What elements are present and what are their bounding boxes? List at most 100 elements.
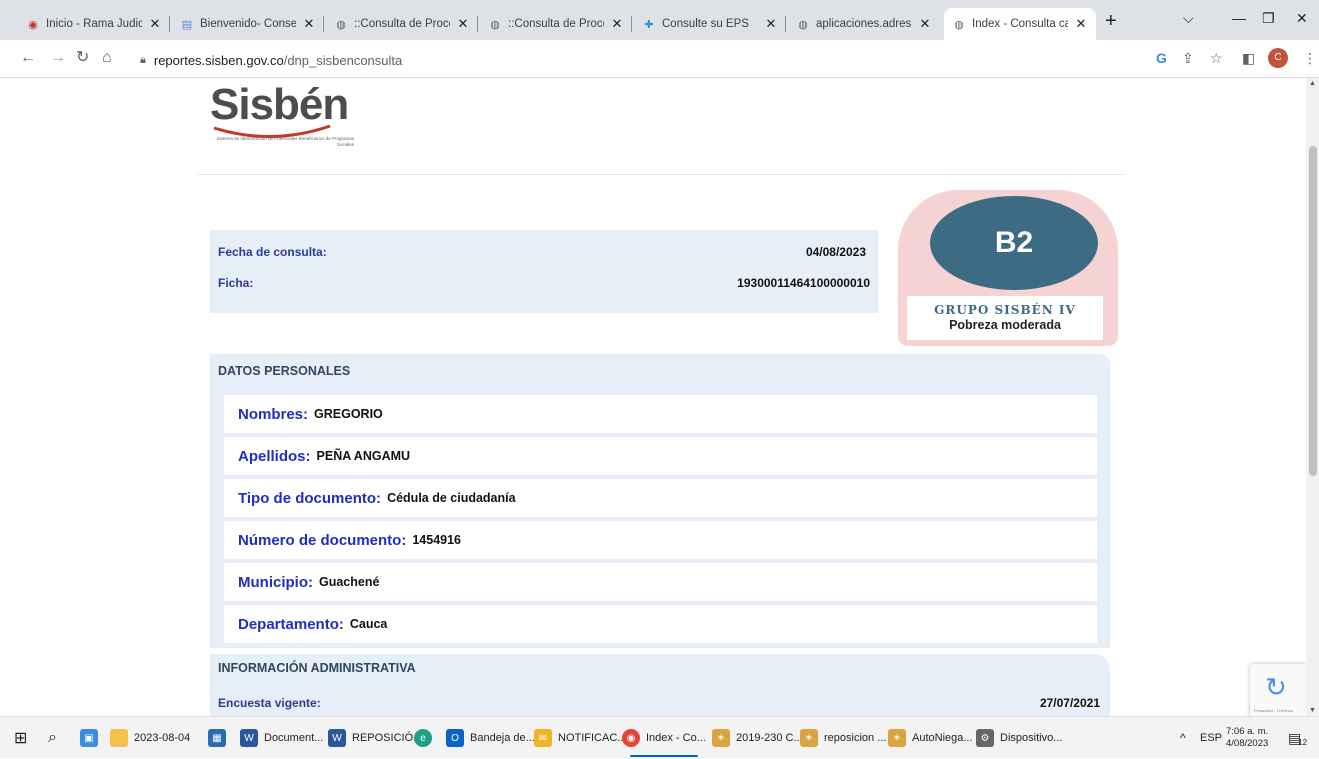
language-indicator[interactable]: ESP xyxy=(1200,717,1222,759)
datos-personales-section: DATOS PERSONALES Nombres: GREGORIO Apell… xyxy=(210,354,1110,648)
field-label: Tipo de documento: xyxy=(238,489,382,507)
globe-icon: ◍ xyxy=(336,18,346,31)
scrollbar-thumb[interactable] xyxy=(1309,146,1317,476)
ficha-label: Ficha: xyxy=(218,276,254,290)
taskbar-item-reposicion[interactable]: ✶ reposicion ... xyxy=(800,717,886,759)
close-icon[interactable]: ✕ xyxy=(918,16,932,32)
share-icon[interactable]: ⇪ xyxy=(1182,50,1194,66)
tab-label: Index - Consulta cate xyxy=(972,18,1068,30)
field-row-tipo-documento: Tipo de documento: Cédula de ciudadanía xyxy=(224,479,1097,517)
new-tab-button[interactable]: + xyxy=(1105,11,1117,31)
field-row-nombres: Nombres: GREGORIO xyxy=(224,395,1097,433)
logo-tagline: Sistema de Identificación de Potenciales… xyxy=(216,136,354,147)
tab-search-icon[interactable]: ⌵ xyxy=(1183,10,1194,27)
field-row-numero-documento: Número de documento: 1454916 xyxy=(224,521,1097,559)
folder-icon xyxy=(110,729,128,747)
profile-avatar[interactable]: C xyxy=(1268,48,1288,68)
taskbar-item-autoniega[interactable]: ✶ AutoNiega... xyxy=(888,717,973,759)
globe-icon: ◍ xyxy=(798,18,808,31)
home-button[interactable]: ⌂ xyxy=(102,50,112,66)
taskbar-item-dispositivo[interactable]: ⚙ Dispositivo... xyxy=(976,717,1062,759)
close-icon[interactable]: ✕ xyxy=(456,16,470,32)
consulta-info: Fecha de consulta: 04/08/2023 Ficha: 193… xyxy=(210,230,878,313)
grupo-card: GRUPO SISBÉN IV Pobreza moderada xyxy=(907,296,1103,340)
tab-rama-judicial[interactable]: ◉ Inicio - Rama Judicial ✕ xyxy=(18,8,170,40)
scroll-up-icon[interactable]: ▲ xyxy=(1309,80,1316,87)
bookmark-star-icon[interactable]: ☆ xyxy=(1210,50,1223,66)
close-icon[interactable]: ✕ xyxy=(1074,16,1088,32)
clock-time: 7:06 a. m. xyxy=(1226,726,1269,737)
office-app-icon[interactable]: ▣ xyxy=(80,717,104,759)
minimize-button[interactable]: — xyxy=(1232,10,1246,26)
encuesta-value: 27/07/2021 xyxy=(1039,696,1100,710)
tab-label: Consulte su EPS xyxy=(662,18,749,30)
plus-cross-icon: ✚ xyxy=(644,18,654,31)
notification-count: 12 xyxy=(1298,737,1308,747)
grupo-name: GRUPO SISBÉN IV xyxy=(934,303,1076,317)
windows-start-icon[interactable]: ⊞ xyxy=(14,717,27,759)
globe-icon: ◍ xyxy=(954,18,964,31)
tab-label: aplicaciones.adres.go xyxy=(816,18,912,30)
taskbar-item-reposicion-doc[interactable]: W REPOSICIÓ... xyxy=(328,717,422,759)
notification-center[interactable]: ▤ 12 xyxy=(1288,717,1307,759)
mail-icon: ✉ xyxy=(534,729,552,747)
url-path: /dnp_sisbenconsulta xyxy=(283,52,403,68)
taskbar-item-chrome[interactable]: ◉ Index - Co... xyxy=(622,717,706,759)
url-host: reportes.sisben.gov.co xyxy=(153,52,284,68)
tab-label: ::Consulta de Proceso xyxy=(354,18,450,30)
fecha-value: 04/08/2023 xyxy=(805,245,866,259)
ficha-value: 19300011464100000010 xyxy=(737,276,870,290)
app-icon: ✶ xyxy=(712,729,730,747)
field-label: Número de documento: xyxy=(238,531,407,549)
back-button[interactable]: ← xyxy=(20,50,36,66)
taskbar-item-notificacion[interactable]: ✉ NOTIFICAC... xyxy=(534,717,626,759)
recaptcha-badge[interactable]: ↻ Privacidad - Términos xyxy=(1250,664,1306,716)
close-icon[interactable]: ✕ xyxy=(610,16,624,32)
close-icon[interactable]: ✕ xyxy=(302,16,316,32)
tray-chevron-icon[interactable]: ^ xyxy=(1180,717,1186,759)
google-icon[interactable]: G xyxy=(1156,50,1167,66)
tab-label: ::Consulta de Proceso xyxy=(508,18,604,30)
field-value: PEÑA ANGAMU xyxy=(316,449,411,463)
edge-app-icon[interactable]: e xyxy=(414,717,438,759)
field-row-apellidos: Apellidos: PEÑA ANGAMU xyxy=(224,437,1097,475)
device-icon: ⚙ xyxy=(976,729,994,747)
tab-consulta-proceso-2[interactable]: ◍ ::Consulta de Proceso ✕ xyxy=(480,8,632,40)
maximize-button[interactable]: ❐ xyxy=(1262,10,1275,27)
taskbar-item-document[interactable]: W Document... xyxy=(240,717,323,759)
address-bar[interactable]: 🔒︎ reportes.sisben.gov.co /dnp_sisbencon… xyxy=(140,48,402,72)
close-icon[interactable]: ✕ xyxy=(764,16,778,32)
app-icon: ✶ xyxy=(800,729,818,747)
globe-icon: ◍ xyxy=(490,18,500,31)
recaptcha-text: Privacidad - Términos xyxy=(1254,708,1293,713)
clock-date: 4/08/2023 xyxy=(1226,738,1269,749)
tab-consejo[interactable]: ▤ Bienvenido- Consejo S ✕ xyxy=(172,8,324,40)
search-icon[interactable]: ⌕ xyxy=(48,717,57,759)
field-label: Nombres: xyxy=(238,405,309,423)
grupo-code: B2 xyxy=(930,196,1098,290)
reload-button[interactable]: ↻ xyxy=(76,50,89,66)
field-value: Guachené xyxy=(319,575,380,589)
scroll-down-icon[interactable]: ▼ xyxy=(1309,707,1316,714)
tab-index-consulta[interactable]: ◍ Index - Consulta cate ✕ xyxy=(944,8,1096,40)
logo-wordmark: Sisbén xyxy=(210,80,349,129)
side-panel-icon[interactable]: ◧ xyxy=(1242,50,1255,66)
tab-label: Inicio - Rama Judicial xyxy=(46,18,142,30)
page-scrollbar[interactable]: ▲ ▼ xyxy=(1306,78,1319,716)
forward-button[interactable]: → xyxy=(50,50,66,66)
chrome-icon: ◉ xyxy=(622,729,640,747)
calendar-app-icon[interactable]: ▦ xyxy=(208,717,232,759)
lock-icon[interactable]: 🔒︎ xyxy=(140,54,146,67)
close-icon[interactable]: ✕ xyxy=(148,16,162,32)
taskbar-item-bandeja[interactable]: O Bandeja de... xyxy=(446,717,535,759)
tab-adres[interactable]: ◍ aplicaciones.adres.go ✕ xyxy=(788,8,940,40)
taskbar-item-2019-230[interactable]: ✶ 2019-230 C... xyxy=(712,717,803,759)
app-icon: ✶ xyxy=(888,729,906,747)
windows-taskbar: ⊞ ⌕ ▣ 2023-08-04 ▦ W Document... W REPOS… xyxy=(0,716,1319,758)
clock[interactable]: 7:06 a. m. 4/08/2023 xyxy=(1226,717,1268,759)
taskbar-item-folder[interactable]: 2023-08-04 xyxy=(110,717,190,759)
tab-consulte-eps[interactable]: ✚ Consulte su EPS ✕ xyxy=(634,8,786,40)
tab-consulta-proceso-1[interactable]: ◍ ::Consulta de Proceso ✕ xyxy=(326,8,478,40)
menu-dots-icon[interactable]: ⋮ xyxy=(1303,50,1317,66)
close-window-button[interactable]: ✕ xyxy=(1296,10,1308,27)
